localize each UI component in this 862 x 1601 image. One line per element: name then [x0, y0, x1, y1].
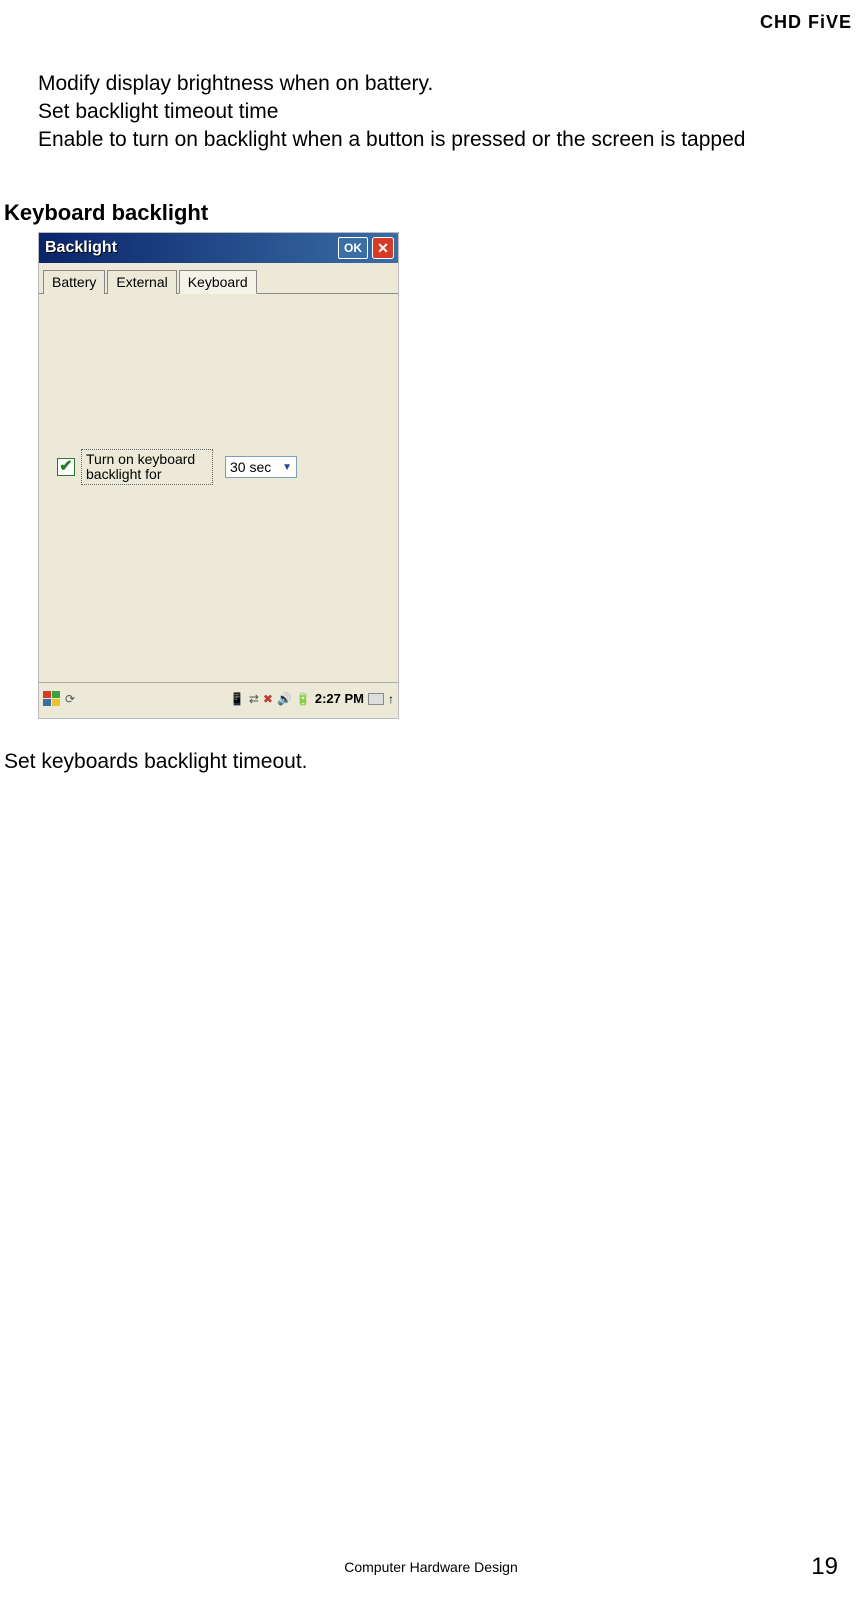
tray-refresh-icon[interactable]: ⟳: [65, 692, 75, 706]
tab-external[interactable]: External: [107, 270, 176, 294]
tray-volume-icon[interactable]: 🔊: [277, 692, 292, 706]
tab-content-keyboard: ✔ Turn on keyboard backlight for 30 sec …: [39, 294, 398, 682]
taskbar: ⟳ 📱 ⇄ ✖ 🔊 🔋 2:27 PM ↑: [39, 682, 398, 714]
ok-button[interactable]: OK: [338, 237, 368, 259]
dialog-tabs: Battery External Keyboard: [39, 263, 398, 294]
section-heading: Keyboard backlight: [4, 200, 208, 226]
keyboard-backlight-checkbox[interactable]: ✔: [57, 458, 75, 476]
screenshot-caption: Set keyboards backlight timeout.: [4, 750, 308, 774]
checkmark-icon: ✔: [59, 459, 72, 475]
tab-battery[interactable]: Battery: [43, 270, 105, 294]
page-number: 19: [811, 1553, 838, 1581]
page-header-brand: CHD FiVE: [760, 12, 852, 33]
dialog-title: Backlight: [43, 239, 338, 257]
tab-keyboard[interactable]: Keyboard: [179, 270, 257, 294]
close-button[interactable]: ✕: [372, 237, 394, 259]
intro-line-1: Modify display brightness when on batter…: [38, 70, 793, 98]
backlight-dialog-screenshot: Backlight OK ✕ Battery External Keyboard…: [38, 232, 399, 719]
tray-arrow-up-icon[interactable]: ↑: [388, 692, 394, 706]
tray-sync-icon[interactable]: ⇄: [249, 692, 259, 706]
chevron-down-icon: ▼: [282, 462, 292, 473]
intro-line-2: Set backlight timeout time: [38, 98, 793, 126]
timeout-dropdown[interactable]: 30 sec ▼: [225, 456, 297, 478]
tray-disconnect-icon[interactable]: ✖: [263, 692, 273, 706]
taskbar-clock[interactable]: 2:27 PM: [315, 691, 364, 706]
keyboard-backlight-label: Turn on keyboard backlight for: [81, 449, 213, 485]
dialog-titlebar: Backlight OK ✕: [39, 233, 398, 263]
keyboard-backlight-row: ✔ Turn on keyboard backlight for 30 sec …: [57, 449, 297, 485]
tray-battery-icon[interactable]: 🔋: [296, 692, 311, 706]
footer-center-text: Computer Hardware Design: [0, 1559, 862, 1575]
intro-text-block: Modify display brightness when on batter…: [38, 70, 793, 154]
tray-device-icon[interactable]: 📱: [230, 692, 245, 706]
tray-keyboard-icon[interactable]: [368, 693, 384, 705]
windows-start-icon[interactable]: [43, 691, 61, 707]
timeout-dropdown-value: 30 sec: [230, 459, 271, 475]
intro-line-3: Enable to turn on backlight when a butto…: [38, 126, 793, 154]
